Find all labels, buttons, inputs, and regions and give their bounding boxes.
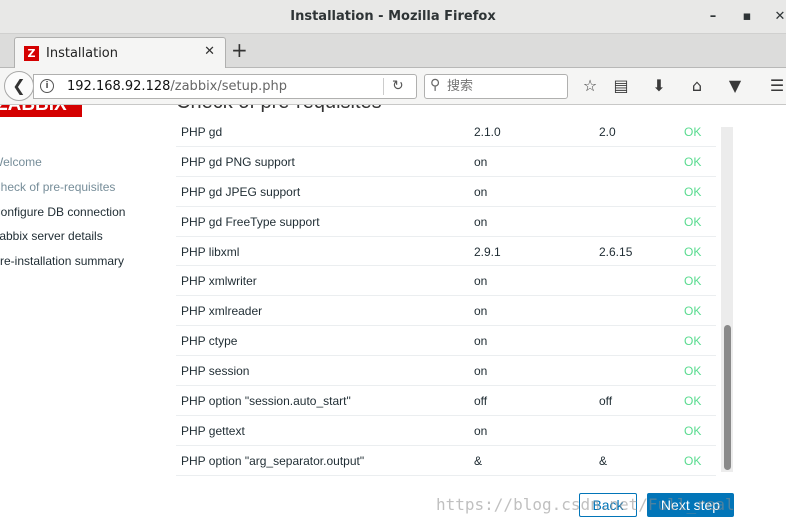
required-value: off [599,394,613,409]
requirement-name: PHP ctype [181,334,238,349]
tab-label: Installation [46,46,119,61]
zabbix-logo: ZABBIX [0,105,82,117]
bookmark-star-icon[interactable]: ☆ [579,75,601,97]
table-row: PHP option "session.auto_start" off off OK [176,386,716,416]
step-check-prerequisites: Check of pre-requisites [0,180,116,194]
step-server-details: Zabbix server details [0,229,103,243]
current-value: & [474,453,483,468]
menu-icon[interactable]: ☰ [766,75,786,97]
status-ok: OK [684,423,702,438]
close-window-icon[interactable]: ✕ [770,7,786,27]
requirement-name: PHP xmlwriter [181,274,257,289]
status-ok: OK [684,244,702,259]
next-step-button[interactable]: Next step [647,493,734,517]
home-icon[interactable]: ⌂ [686,75,708,97]
maximize-icon[interactable]: ▪ [737,7,757,27]
reload-icon[interactable]: ↻ [392,78,404,94]
step-configure-db: Configure DB connection [0,205,126,219]
downloads-icon[interactable]: ⬇ [648,75,670,97]
search-icon: ⚲ [430,77,441,93]
current-value: on [474,304,488,319]
required-value: & [599,453,608,468]
table-row: PHP gd 2.1.0 2.0 OK [176,117,716,147]
table-row: PHP libxml 2.9.1 2.6.15 OK [176,237,716,267]
navigation-toolbar: ❮ i 192.168.92.128/zabbix/setup.php ↻ ⚲ … [0,68,786,105]
table-row: PHP gd JPEG support on OK [176,177,716,207]
requirement-name: PHP xmlreader [181,304,263,319]
status-ok: OK [684,453,702,468]
url-text[interactable]: 192.168.92.128/zabbix/setup.php [67,79,287,94]
new-tab-button[interactable]: + [231,40,248,60]
requirement-name: PHP gd JPEG support [181,184,301,199]
back-button[interactable]: Back [579,493,637,517]
window-title: Installation - Mozilla Firefox [290,9,496,24]
url-separator [383,78,384,95]
page-heading: Check of pre-requisites [176,105,382,114]
required-value: 2.0 [599,125,616,139]
requirement-name: PHP libxml [181,244,240,259]
minimize-icon[interactable]: – [703,7,723,27]
requirement-name: PHP gd FreeType support [181,214,320,229]
status-ok: OK [684,334,702,349]
status-ok: OK [684,184,702,199]
current-value: 2.9.1 [474,244,501,259]
current-value: on [474,334,488,349]
table-row: PHP ctype on OK [176,326,716,357]
current-value: on [474,423,488,438]
table-row: PHP xmlreader on OK [176,296,716,327]
table-row: PHP session on OK [176,356,716,387]
search-input[interactable] [447,78,562,95]
tab-close-icon[interactable]: ✕ [204,44,215,59]
pocket-icon[interactable]: ▼ [724,75,746,97]
status-ok: OK [684,125,702,139]
current-value: on [474,274,488,289]
current-value: on [474,154,488,169]
status-ok: OK [684,154,702,169]
current-value: off [474,394,488,409]
requirement-name: PHP gd PNG support [181,154,295,169]
page-info-icon[interactable]: i [40,79,54,93]
tab-strip: Z Installation ✕ [0,34,786,68]
status-ok: OK [684,394,702,409]
status-ok: OK [684,214,702,229]
table-row: PHP gd PNG support on OK [176,147,716,177]
search-box[interactable]: ⚲ [424,74,568,99]
requirement-name: PHP option "arg_separator.output" [181,453,365,468]
table-row: PHP option "arg_separator.output" & & OK [176,446,716,476]
requirement-name: PHP gettext [181,423,245,438]
zabbix-favicon-icon: Z [24,46,39,61]
required-value: 2.6.15 [599,244,633,259]
back-arrow-icon[interactable]: ❮ [4,71,34,101]
url-host: 192.168.92.128 [67,79,171,94]
requirements-table: PHP gd 2.1.0 2.0 OK PHP gd PNG support on OK PH… [176,117,716,476]
requirement-name: PHP option "session.auto_start" [181,394,351,409]
table-row: PHP gd FreeType support on OK [176,207,716,237]
current-value: 2.1.0 [474,125,501,139]
current-value: on [474,364,488,379]
step-welcome: Welcome [0,155,42,169]
table-row: PHP xmlwriter on OK [176,266,716,297]
step-summary: Pre-installation summary [0,254,125,268]
window-titlebar: Installation - Mozilla Firefox – ▪ ✕ [0,0,786,34]
table-row: PHP gettext on OK [176,416,716,446]
status-ok: OK [684,304,702,319]
url-bar[interactable]: i 192.168.92.128/zabbix/setup.php ↻ [33,74,417,99]
bookmarks-library-icon[interactable]: ▤ [610,75,632,97]
status-ok: OK [684,364,702,379]
url-path: /zabbix/setup.php [170,79,287,94]
current-value: on [474,214,488,229]
current-value: on [474,184,488,199]
table-scrollbar-thumb[interactable] [724,325,731,470]
status-ok: OK [684,274,702,289]
requirement-name: PHP gd [181,125,223,139]
page-content: ZABBIX Check of pre-requisites Welcome C… [0,105,786,525]
requirement-name: PHP session [181,364,250,379]
tab-installation[interactable]: Z Installation ✕ [14,37,226,68]
